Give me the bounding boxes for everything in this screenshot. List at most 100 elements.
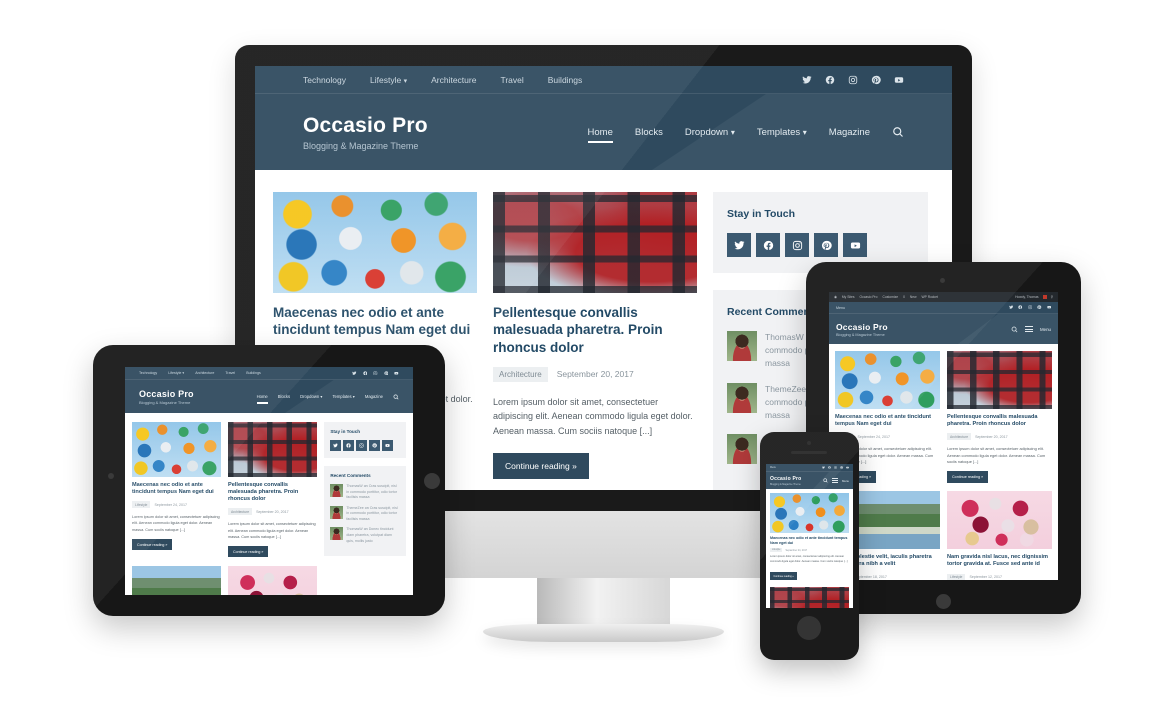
continue-reading-button[interactable]: Continue reading » [228, 546, 269, 558]
youtube-icon[interactable] [843, 233, 867, 257]
topmenu-item-travel[interactable]: Travel [500, 75, 523, 85]
phone-home-button[interactable] [797, 616, 821, 640]
nav-item-home[interactable]: Home [256, 394, 268, 404]
brand[interactable]: Occasio Pro Blogging & Magazine Theme [836, 322, 888, 337]
post-category[interactable]: Lifestyle [947, 573, 966, 580]
post-title[interactable]: Maecenas nec odio et ante tincidunt temp… [770, 536, 849, 545]
twitter-icon[interactable] [802, 75, 812, 85]
post-card[interactable] [228, 565, 317, 595]
facebook-icon[interactable] [828, 466, 831, 469]
youtube-icon[interactable] [382, 440, 394, 451]
post-title[interactable]: Maecenas nec odio et ante tincidunt temp… [273, 304, 477, 339]
post-card[interactable]: Nam gravida nisl lacus, nec dignissim to… [947, 491, 1052, 580]
post-thumbnail-fruit[interactable] [228, 565, 317, 595]
brand[interactable]: Occasio Pro Blogging & Magazine Theme [139, 389, 194, 405]
post-thumbnail-building[interactable] [493, 192, 697, 293]
pinterest-icon[interactable] [871, 75, 881, 85]
post-category[interactable]: Architecture [947, 433, 972, 441]
search-icon[interactable] [393, 394, 399, 400]
post-thumbnail-building[interactable] [770, 586, 849, 608]
facebook-icon[interactable] [825, 75, 835, 85]
admin-bar-customize[interactable]: Customize [883, 295, 899, 299]
nav-item-magazine[interactable]: Magazine [829, 127, 870, 138]
site-title[interactable]: Occasio Pro [303, 114, 428, 138]
comment-item[interactable]: ThomasW on Donec tincidunt diam pharetra… [330, 527, 400, 544]
brand[interactable]: Occasio Pro Blogging & Magazine Theme [303, 114, 428, 151]
twitter-icon[interactable] [822, 466, 825, 469]
post-title[interactable]: Nam gravida nisl lacus, nec dignissim to… [947, 554, 1052, 568]
post-thumbnail-building[interactable] [947, 351, 1052, 409]
nav-item-magazine[interactable]: Magazine [365, 394, 383, 399]
topmenu-item-buildings[interactable]: Buildings [548, 75, 583, 85]
post-thumbnail-umbrellas[interactable] [132, 422, 221, 477]
nav-item-templates[interactable]: Templates ▾ [332, 394, 354, 399]
mobile-menu-label[interactable]: Menu [770, 466, 776, 469]
site-title[interactable]: Occasio Pro [139, 389, 194, 399]
post-card[interactable]: Pellentesque convallis malesuada pharetr… [947, 351, 1052, 484]
topmenu-item-architecture[interactable]: Architecture [431, 75, 476, 85]
pinterest-icon[interactable] [1037, 305, 1042, 310]
nav-item-dropdown[interactable]: Dropdown ▾ [300, 394, 322, 399]
continue-reading-button[interactable]: Continue reading » [770, 572, 798, 581]
twitter-icon[interactable] [330, 440, 342, 451]
hamburger-icon[interactable] [1025, 326, 1034, 332]
instagram-icon[interactable] [848, 75, 858, 85]
facebook-icon[interactable] [362, 371, 368, 376]
admin-bar-my-sites[interactable]: My Sites [842, 295, 855, 299]
top-bar-menu[interactable]: Technology Lifestyle ▾ Architecture Trav… [139, 371, 261, 375]
post-thumbnail-umbrellas[interactable] [273, 192, 477, 293]
instagram-icon[interactable] [373, 371, 378, 376]
pinterest-icon[interactable] [814, 233, 838, 257]
topmenu-item-travel[interactable]: Travel [225, 371, 235, 375]
nav-item-blocks[interactable]: Blocks [278, 394, 290, 399]
topmenu-item-technology[interactable]: Technology [303, 75, 346, 85]
search-icon[interactable] [892, 126, 904, 138]
post-card[interactable] [132, 565, 221, 595]
topmenu-item-lifestyle[interactable]: Lifestyle ▾ [168, 371, 184, 375]
post-title[interactable]: Maecenas nec odio et ante tincidunt temp… [835, 414, 940, 428]
post-card[interactable]: Maecenas nec odio et ante tincidunt temp… [132, 422, 221, 558]
post-title[interactable]: Maecenas nec odio et ante tincidunt temp… [132, 482, 221, 496]
post-thumbnail-umbrellas[interactable] [835, 351, 940, 409]
post-thumbnail-building[interactable] [228, 422, 317, 477]
tablet-landscape-home-button[interactable] [424, 473, 440, 489]
nav-item-dropdown[interactable]: Dropdown ▾ [685, 127, 735, 138]
facebook-icon[interactable] [343, 440, 355, 451]
post-category[interactable]: Lifestyle [132, 501, 151, 509]
continue-reading-button[interactable]: Continue reading » [493, 452, 589, 479]
post-category[interactable]: Architecture [493, 366, 548, 382]
post-card[interactable]: Maecenas nec odio et ante tincidunt temp… [770, 493, 849, 582]
search-icon[interactable]: ⚲ [1051, 295, 1053, 299]
youtube-icon[interactable] [1046, 305, 1051, 309]
youtube-icon[interactable] [394, 371, 399, 376]
post-title[interactable]: Pellentesque convallis malesuada pharetr… [947, 414, 1052, 428]
comment-item[interactable]: ThomasW on Cras suscipit, nisl in commod… [330, 484, 400, 501]
admin-bar-howdy[interactable]: Howdy, Thomas [1015, 295, 1039, 299]
post-thumbnail-fruit[interactable] [947, 491, 1052, 550]
admin-bar-wp-rocket[interactable]: WP Rocket [922, 295, 938, 299]
admin-bar-site-name[interactable]: Occasio Pro [860, 295, 878, 299]
pinterest-icon[interactable] [840, 466, 843, 469]
site-title[interactable]: Occasio Pro [836, 322, 888, 332]
nav-item-home[interactable]: Home [587, 127, 614, 143]
nav-item-blocks[interactable]: Blocks [635, 127, 663, 138]
continue-reading-button[interactable]: Continue reading » [132, 539, 173, 551]
instagram-icon[interactable] [834, 466, 837, 469]
hamburger-icon[interactable] [832, 478, 838, 483]
mobile-menu-label[interactable]: Menu [836, 306, 845, 310]
twitter-icon[interactable] [727, 233, 751, 257]
admin-bar-comments-count[interactable]: 0 [903, 295, 905, 299]
post-title[interactable]: Pellentesque convallis malesuada pharetr… [493, 304, 697, 356]
site-title[interactable]: Occasio Pro [770, 476, 801, 482]
post-thumbnail-lake[interactable] [132, 565, 221, 595]
twitter-icon[interactable] [1009, 305, 1014, 310]
instagram-icon[interactable] [785, 233, 809, 257]
facebook-icon[interactable] [1018, 305, 1023, 310]
youtube-icon[interactable] [846, 466, 849, 469]
topmenu-item-architecture[interactable]: Architecture [195, 371, 214, 375]
search-icon[interactable] [823, 478, 828, 483]
nav-item-templates[interactable]: Templates ▾ [757, 127, 807, 138]
post-card[interactable]: Pellentesque convallis malesuada pharetr… [228, 422, 317, 558]
twitter-icon[interactable] [352, 371, 357, 376]
post-card[interactable]: Pellentesque convallis malesuada pharetr… [493, 192, 697, 479]
